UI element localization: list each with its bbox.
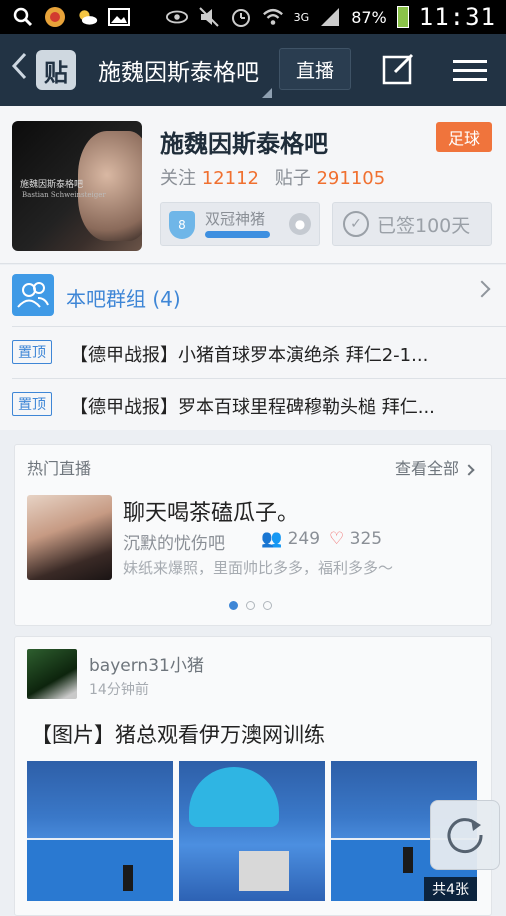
member-level[interactable]: 8 双冠神猪 ●: [160, 202, 320, 246]
edit-icon: [382, 53, 414, 85]
live-card[interactable]: 热门直播 查看全部 聊天喝茶磕瓜子。 沉默的忧伤吧 👥 249 ♡ 325 妹纸…: [14, 444, 492, 626]
post-title[interactable]: 【图片】猪总观看伊万澳网训练: [31, 719, 325, 749]
live-viewers: 👥 249: [261, 529, 320, 549]
view-all-link[interactable]: 查看全部: [394, 455, 475, 479]
battery-icon: [396, 6, 409, 28]
spectators: [239, 851, 289, 891]
menu-icon: [453, 60, 487, 63]
pinned-thread[interactable]: 置顶 【德甲战报】小猪首球罗本演绝杀 拜仁2-1...: [12, 326, 506, 378]
users-icon: 👥: [261, 529, 283, 549]
carousel-dot[interactable]: [229, 601, 238, 610]
level-title: 双冠神猪: [205, 210, 266, 228]
view-all-label: 查看全部: [394, 459, 459, 478]
alarm-icon: [230, 6, 252, 28]
app-bar: 贴 施魏因斯泰格吧 直播: [0, 34, 506, 106]
dropdown-corner-icon: [262, 88, 272, 98]
live-header: 热门直播: [27, 459, 92, 478]
post-card[interactable]: bayern31小猪 14分钟前 【图片】猪总观看伊万澳网训练 共4张: [14, 636, 492, 916]
network-type: 3G: [293, 10, 310, 24]
lock-icon: ●: [289, 213, 311, 235]
live-likes: ♡ 325: [329, 529, 382, 549]
player: [123, 865, 133, 891]
signed-text: 已签100天: [377, 214, 471, 237]
refresh-button[interactable]: [430, 800, 500, 870]
post-photo[interactable]: [179, 761, 325, 901]
group-label: 本吧群组 (4): [66, 287, 181, 311]
status-bar: 3G 87% 11:31: [0, 0, 506, 34]
pinned-thread[interactable]: 置顶 【德甲战报】罗本百球里程碑穆勒头槌 拜仁...: [12, 378, 506, 430]
search-icon: [12, 6, 34, 28]
post-time: 14分钟前: [89, 682, 149, 698]
forum-avatar[interactable]: 施魏因斯泰格吧 Bastian Schweinsteiger: [12, 121, 142, 251]
live-thumbnail: [27, 495, 112, 580]
viewer-count: 249: [287, 529, 321, 549]
photo-count: 共4张: [424, 877, 477, 901]
chevron-right-icon: [473, 280, 491, 298]
forum-stats: 关注 12112 贴子 291105: [160, 164, 395, 190]
live-button[interactable]: 直播: [279, 48, 351, 90]
live-description: 妹纸来爆照，里面帅比多多，福利多多～: [123, 559, 394, 577]
menu-icon-bar: [453, 69, 487, 72]
pinned-title: 【德甲战报】罗本百球里程碑穆勒头槌 拜仁...: [70, 397, 435, 418]
level-badge-icon: 8: [169, 211, 195, 239]
tieba-logo[interactable]: 贴: [36, 50, 76, 90]
carousel-dots: [229, 601, 272, 610]
avatar-caption: 施魏因斯泰格吧: [20, 180, 84, 190]
wifi-icon: [262, 6, 284, 28]
group-icon: [12, 274, 54, 316]
back-button[interactable]: [10, 51, 34, 89]
refresh-icon: [447, 818, 483, 854]
live-forum: 沉默的忧伤吧: [123, 534, 225, 554]
level-progress-bar: [205, 231, 270, 238]
menu-icon-bar: [453, 78, 487, 81]
weather-icon: [76, 6, 98, 28]
forum-list: 本吧群组 (4) 置顶 【德甲战报】小猪首球罗本演绝杀 拜仁2-1... 置顶 …: [0, 265, 506, 430]
follow-label: 关注: [160, 168, 196, 189]
menu-button[interactable]: [453, 54, 487, 82]
posts-count: 291105: [316, 168, 386, 189]
pinned-badge: 置顶: [12, 340, 52, 364]
group-row[interactable]: 本吧群组 (4): [0, 265, 506, 325]
gallery-icon: [108, 6, 130, 28]
compose-button[interactable]: [381, 52, 415, 86]
category-tag[interactable]: 足球: [436, 122, 492, 152]
clock: 11:31: [418, 3, 496, 31]
page-title: 施魏因斯泰格吧: [98, 60, 259, 86]
follow-count: 12112: [201, 168, 259, 189]
like-count: 325: [349, 529, 383, 549]
mute-icon: [198, 6, 220, 28]
carousel-dot[interactable]: [263, 601, 272, 610]
check-circle-icon: ✓: [343, 211, 369, 237]
app-icon: [44, 6, 66, 28]
post-photo[interactable]: [27, 761, 173, 901]
signed-in-button[interactable]: ✓ 已签100天: [332, 202, 492, 246]
umbrella: [189, 767, 279, 827]
carousel-dot[interactable]: [246, 601, 255, 610]
signal-icon: [319, 6, 341, 28]
posts-label: 贴子: [274, 168, 311, 189]
battery-percent: 87%: [351, 7, 387, 27]
live-title: 聊天喝茶磕瓜子。: [123, 501, 300, 526]
forum-name: 施魏因斯泰格吧: [160, 130, 328, 158]
avatar-photo: [78, 131, 142, 241]
eye-icon: [165, 6, 188, 28]
chevron-right-icon: [463, 464, 475, 476]
post-username[interactable]: bayern31小猪: [89, 651, 204, 676]
pinned-badge: 置顶: [12, 392, 52, 416]
chevron-left-icon: [11, 52, 27, 80]
player: [403, 847, 413, 873]
forum-header: 施魏因斯泰格吧 Bastian Schweinsteiger 施魏因斯泰格吧 足…: [0, 106, 506, 264]
user-avatar[interactable]: [27, 649, 77, 699]
court: [27, 838, 173, 901]
avatar-subcaption: Bastian Schweinsteiger: [22, 191, 106, 199]
heart-icon: ♡: [329, 529, 345, 549]
pinned-title: 【德甲战报】小猪首球罗本演绝杀 拜仁2-1...: [70, 345, 429, 366]
